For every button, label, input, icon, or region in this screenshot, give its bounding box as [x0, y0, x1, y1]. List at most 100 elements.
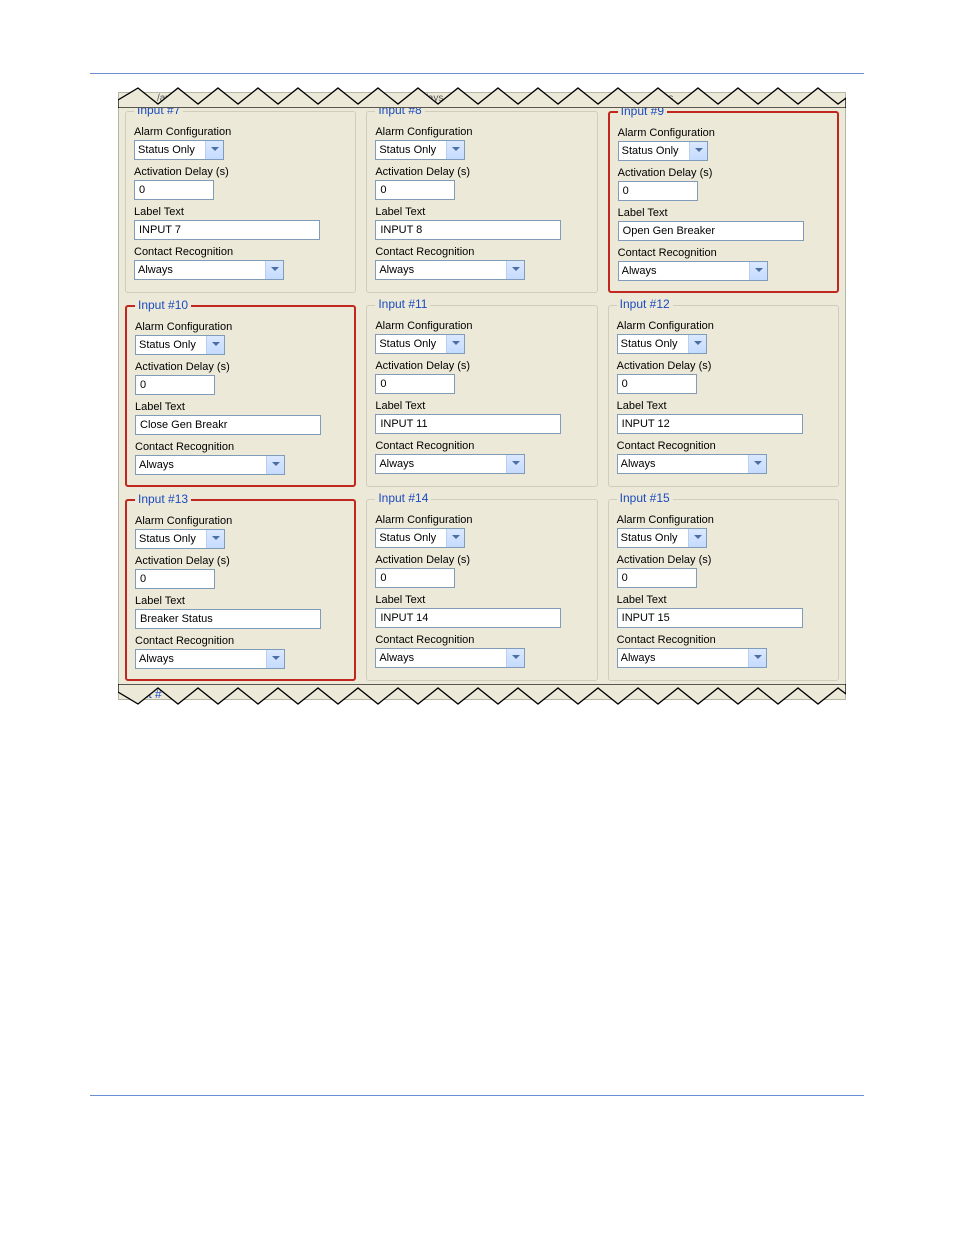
field-label: Alarm Configuration	[375, 514, 588, 526]
field-label: Label Text	[617, 400, 830, 412]
field-label: Activation Delay (s)	[375, 554, 588, 566]
form-field: Contact RecognitionAlways	[135, 635, 346, 669]
label-text-input[interactable]	[134, 220, 320, 240]
form-field: Activation Delay (s)	[134, 166, 347, 200]
input-groupbox: Input #13Alarm ConfigurationStatus OnlyA…	[125, 499, 356, 681]
contact-recognition-select-wrap: Always	[617, 454, 767, 474]
form-field: Alarm Configuration Status Only	[375, 514, 588, 548]
activation-delay-input[interactable]	[617, 374, 697, 394]
activation-delay-input[interactable]	[617, 568, 697, 588]
alarm-config-select[interactable]: Status Only	[375, 334, 465, 354]
alarm-config-select[interactable]: Status Only	[135, 335, 225, 355]
alarm-config-select[interactable]: Status Only	[134, 140, 224, 160]
label-text-input[interactable]	[375, 220, 561, 240]
activation-delay-input[interactable]	[375, 374, 455, 394]
label-text-input[interactable]	[617, 608, 803, 628]
field-label: Label Text	[135, 401, 346, 413]
alarm-config-select[interactable]: Status Only	[617, 528, 707, 548]
field-label: Label Text	[618, 207, 829, 219]
alarm-config-select-wrap: Status Only	[617, 528, 707, 548]
field-label: Contact Recognition	[375, 246, 588, 258]
activation-delay-input[interactable]	[134, 180, 214, 200]
contact-recognition-select-wrap: Always	[375, 454, 525, 474]
alarm-config-select[interactable]: Status Only	[375, 528, 465, 548]
groupbox-title: Input #12	[617, 297, 673, 311]
form-field: Activation Delay (s)	[135, 361, 346, 395]
form-field: Contact Recognition Always	[375, 246, 588, 280]
groupbox-title: Input #14	[375, 491, 431, 505]
field-label: Activation Delay (s)	[135, 555, 346, 567]
alarm-config-select-wrap: Status Only	[618, 141, 708, 161]
groupbox-title: Input #13	[135, 492, 191, 506]
groupbox-title: Input #8	[375, 103, 424, 117]
input-groupbox: Input #15Alarm ConfigurationStatus OnlyA…	[608, 499, 839, 681]
label-text-input[interactable]	[135, 609, 321, 629]
contact-recognition-select-wrap: Always	[617, 648, 767, 668]
contact-recognition-select[interactable]: Always	[375, 648, 525, 668]
form-field: Contact Recognition Always	[617, 634, 830, 668]
contact-recognition-select[interactable]: Always	[375, 454, 525, 474]
contact-recognition-select[interactable]: Always	[135, 455, 285, 475]
alarm-config-select-wrap: Status Only	[375, 334, 465, 354]
alarm-config-select[interactable]: Status Only	[135, 529, 225, 549]
alarm-config-select-wrap: Status Only	[617, 334, 707, 354]
input-groupbox: Input #14Alarm ConfigurationStatus OnlyA…	[366, 499, 597, 681]
input-groupbox: Input #7Alarm ConfigurationStatus OnlyAc…	[125, 111, 356, 293]
contact-recognition-select-wrap: Always	[134, 260, 284, 280]
activation-delay-input[interactable]	[135, 569, 215, 589]
groupbox-title: Input #15	[617, 491, 673, 505]
alarm-config-select-wrap: Status Only	[134, 140, 224, 160]
form-field: Label Text	[135, 401, 346, 435]
alarm-config-select-wrap: Status Only	[375, 528, 465, 548]
form-field: Activation Delay (s)	[618, 167, 829, 201]
form-field: Alarm ConfigurationStatus Only	[134, 126, 347, 160]
field-label: Contact Recognition	[375, 634, 588, 646]
input-groups-grid: /ays /ays /ays out # Input #7Alarm Confi…	[118, 92, 846, 700]
tab-fragment: /ays	[649, 93, 679, 104]
contact-recognition-select[interactable]: Always	[135, 649, 285, 669]
contact-recognition-select-wrap: Always	[135, 649, 285, 669]
label-text-input[interactable]	[375, 608, 561, 628]
field-label: Label Text	[135, 595, 346, 607]
form-field: Label Text	[617, 400, 830, 434]
alarm-config-select-wrap: Status Only	[135, 335, 225, 355]
contact-recognition-select[interactable]: Always	[618, 261, 768, 281]
contact-recognition-select[interactable]: Always	[617, 454, 767, 474]
alarm-config-select[interactable]: Status Only	[618, 141, 708, 161]
field-label: Alarm Configuration	[135, 515, 346, 527]
next-group-fragment: out #	[135, 687, 162, 701]
groupbox-title: Input #7	[134, 103, 183, 117]
form-field: Activation Delay (s)	[375, 554, 588, 588]
form-field: Contact Recognition Always	[135, 441, 346, 475]
field-label: Alarm Configuration	[135, 321, 346, 333]
activation-delay-input[interactable]	[618, 181, 698, 201]
config-panel: /ays /ays /ays out # Input #7Alarm Confi…	[118, 92, 846, 700]
activation-delay-input[interactable]	[375, 180, 455, 200]
alarm-config-select[interactable]: Status Only	[375, 140, 465, 160]
field-label: Label Text	[134, 206, 347, 218]
label-text-input[interactable]	[135, 415, 321, 435]
label-text-input[interactable]	[617, 414, 803, 434]
field-label: Contact Recognition	[617, 634, 830, 646]
form-field: Label Text	[134, 206, 347, 240]
contact-recognition-select[interactable]: Always	[134, 260, 284, 280]
alarm-config-select[interactable]: Status Only	[617, 334, 707, 354]
form-field: Label Text	[618, 207, 829, 241]
label-text-input[interactable]	[375, 414, 561, 434]
form-field: Alarm ConfigurationStatus Only	[618, 127, 829, 161]
label-text-input[interactable]	[618, 221, 804, 241]
form-field: Activation Delay (s)	[617, 554, 830, 588]
form-field: Activation Delay (s)	[375, 360, 588, 394]
field-label: Activation Delay (s)	[618, 167, 829, 179]
contact-recognition-select[interactable]: Always	[617, 648, 767, 668]
field-label: Activation Delay (s)	[135, 361, 346, 373]
activation-delay-input[interactable]	[375, 568, 455, 588]
field-label: Contact Recognition	[135, 441, 346, 453]
field-label: Activation Delay (s)	[375, 360, 588, 372]
activation-delay-input[interactable]	[135, 375, 215, 395]
form-field: Alarm ConfigurationStatus Only	[375, 126, 588, 160]
field-label: Label Text	[375, 206, 588, 218]
groupbox-title: Input #11	[375, 297, 430, 311]
field-label: Contact Recognition	[617, 440, 830, 452]
contact-recognition-select[interactable]: Always	[375, 260, 525, 280]
